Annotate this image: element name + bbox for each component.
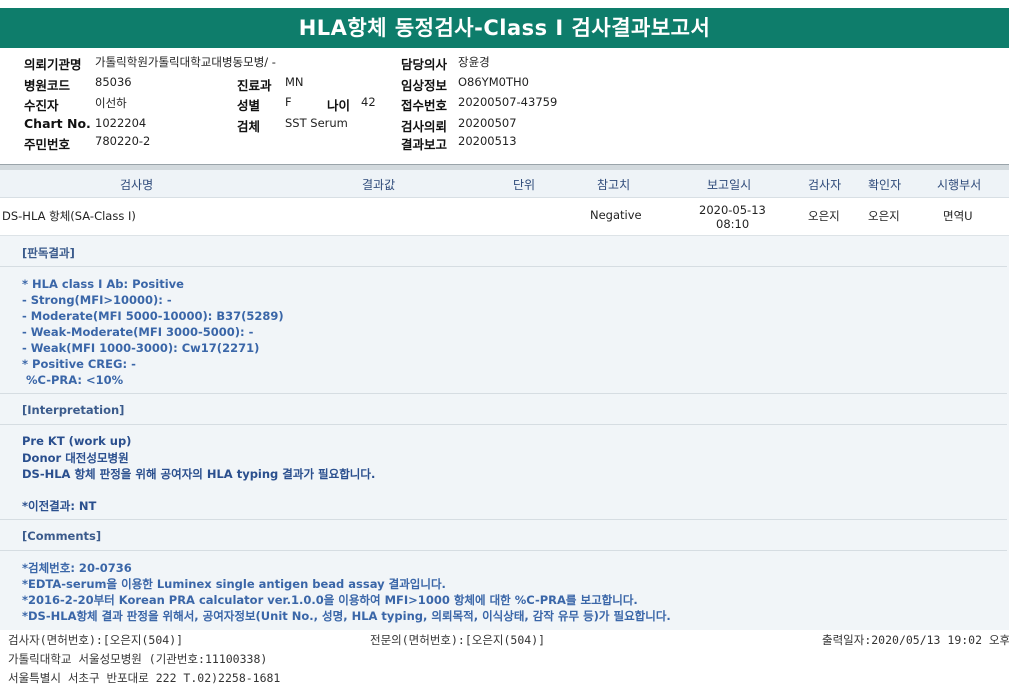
- header-confirmer: 확인자: [868, 178, 902, 192]
- interpretation-header-band: [Interpretation]: [0, 394, 1007, 425]
- interpretation-line: Pre KT (work up): [22, 434, 132, 448]
- collector-value: 이선하: [95, 96, 127, 110]
- interpretation-body: Pre KT (work up) Donor 대전성모병원 DS-HLA 항체 …: [0, 425, 1007, 520]
- judgement-line: - Moderate(MFI 5000-10000): B37(5289): [22, 309, 284, 323]
- receipt-value: 20200507-43759: [458, 95, 558, 109]
- header-test-name: 검사명: [120, 178, 154, 192]
- judgement-line: %C-PRA: <10%: [22, 373, 124, 387]
- row-report-date: 2020-05-13: [699, 203, 766, 217]
- request-value: 20200507: [458, 116, 517, 130]
- judgement-heading: [판독결과]: [22, 246, 75, 260]
- row-department: 면역U: [943, 209, 973, 223]
- judgement-line: - Strong(MFI>10000): -: [22, 293, 172, 307]
- interpretation-line: DS-HLA 항체 판정을 위해 공여자의 HLA typing 결과가 필요합…: [22, 467, 376, 481]
- clinical-label: 임상정보: [401, 78, 448, 93]
- judgement-line: * HLA class I Ab: Positive: [22, 277, 184, 291]
- clinical-value: O86YM0TH0: [458, 75, 529, 89]
- sex-value: F: [285, 95, 292, 109]
- doctor-label: 담당의사: [401, 57, 448, 72]
- chart-label: Chart No.: [24, 116, 91, 131]
- chart-value: 1022204: [95, 116, 147, 130]
- interpretation-heading: [Interpretation]: [22, 403, 125, 417]
- comment-line: *2016-2-20부터 Korean PRA calculator ver.1…: [22, 593, 638, 607]
- header-report-date: 보고일시: [707, 178, 752, 192]
- report-value: 20200513: [458, 134, 517, 148]
- judgement-line: - Weak(MFI 1000-3000): Cw17(2271): [22, 341, 260, 355]
- institution-label: 의뢰기관명: [24, 57, 82, 72]
- results-table: 검사명 결과값 단위 참고치 보고일시 검사자 확인자 시행부서 DS-HLA …: [0, 170, 1009, 630]
- comment-line: *EDTA-serum을 이용한 Luminex single antigen …: [22, 577, 446, 591]
- resident-value: 780220-2: [95, 134, 151, 148]
- comment-line: *DS-HLA항체 결과 판정을 위해서, 공여자정보(Unit No., 성명…: [22, 609, 671, 623]
- header-unit: 단위: [513, 178, 536, 192]
- receipt-label: 접수번호: [401, 98, 448, 113]
- report-footer: 검사자(면허번호):[오은지(504)] 전문의(면허번호):[오은지(504)…: [0, 630, 1009, 695]
- age-label: 나이: [327, 98, 351, 113]
- comment-line: *검체번호: 20-0736: [22, 561, 132, 575]
- hospital-code-value: 85036: [95, 75, 132, 89]
- header-reference: 참고치: [597, 178, 631, 192]
- comments-heading: [Comments]: [22, 529, 102, 543]
- footer-hospital: 가톨릭대학교 서울성모병원 (기관번호:11100338): [8, 652, 268, 666]
- dept-value: MN: [285, 75, 304, 89]
- institution-value: 가톨릭학원가톨릭대학교대병동모병/ -: [95, 55, 276, 69]
- table-header: 검사명 결과값 단위 참고치 보고일시 검사자 확인자 시행부서: [0, 170, 1009, 198]
- dept-label: 진료과: [237, 78, 272, 93]
- judgement-line: * Positive CREG: -: [22, 357, 136, 371]
- row-tester: 오은지: [808, 209, 840, 223]
- header-department: 시행부서: [937, 178, 982, 192]
- judgement-line: - Weak-Moderate(MFI 3000-5000): -: [22, 325, 254, 339]
- doctor-value: 장윤경: [458, 55, 490, 69]
- judgement-header-band: [판독결과]: [0, 236, 1007, 267]
- interpretation-line: *이전결과: NT: [22, 499, 97, 513]
- resident-label: 주민번호: [24, 137, 71, 152]
- judgement-body: * HLA class I Ab: Positive - Strong(MFI>…: [0, 267, 1007, 394]
- specimen-label: 검체: [237, 119, 261, 134]
- specimen-value: SST Serum: [285, 116, 348, 130]
- comments-body: *검체번호: 20-0736 *EDTA-serum을 이용한 Luminex …: [0, 551, 1007, 630]
- report-title: HLA항체 동정검사-Class I 검사결과보고서: [0, 8, 1009, 48]
- footer-address: 서울특별시 서초구 반포대로 222 T.02)2258-1681: [8, 671, 281, 685]
- sex-label: 성별: [237, 98, 261, 113]
- row-confirmer: 오은지: [868, 209, 900, 223]
- row-report-time: 08:10: [716, 217, 750, 231]
- table-row[interactable]: DS-HLA 항체(SA-Class I) Negative 2020-05-1…: [0, 198, 1009, 236]
- request-label: 검사의뢰: [401, 119, 448, 134]
- patient-info: 의뢰기관명 가톨릭학원가톨릭대학교대병동모병/ - 담당의사 장윤경 병원코드 …: [0, 54, 1009, 164]
- footer-tester: 검사자(면허번호):[오은지(504)]: [8, 633, 184, 647]
- footer-print-date: 출력일자:2020/05/13 19:02 오후: [822, 633, 1009, 647]
- header-result: 결과값: [362, 178, 396, 192]
- age-value: 42: [361, 95, 376, 109]
- interpretation-line: Donor 대전성모병원: [22, 451, 129, 465]
- collector-label: 수진자: [24, 98, 59, 113]
- hospital-code-label: 병원코드: [24, 78, 71, 93]
- footer-specialist: 전문의(면허번호):[오은지(504)]: [370, 633, 546, 647]
- row-reference: Negative: [590, 208, 642, 222]
- report-label: 결과보고: [401, 137, 448, 152]
- comments-header-band: [Comments]: [0, 520, 1007, 551]
- header-tester: 검사자: [808, 178, 842, 192]
- row-test-name: DS-HLA 항체(SA-Class I): [2, 209, 136, 223]
